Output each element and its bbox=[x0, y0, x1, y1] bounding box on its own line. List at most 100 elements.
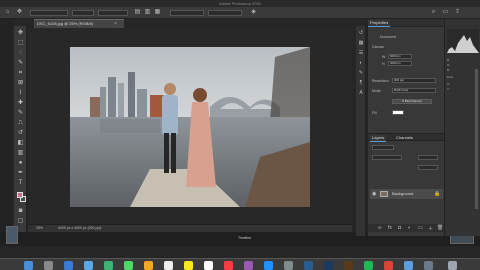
dodge-tool-icon[interactable]: ● bbox=[17, 160, 24, 167]
height-field[interactable]: 4000 px bbox=[388, 61, 412, 66]
layer-style-icon[interactable]: fx bbox=[388, 225, 392, 231]
quick-select-icon[interactable]: ✎ bbox=[17, 60, 24, 67]
new-group-icon[interactable]: ▭ bbox=[418, 225, 423, 231]
timeline-label[interactable]: Timeline bbox=[238, 236, 251, 240]
align-center-icon[interactable]: ▥ bbox=[144, 9, 151, 16]
history-icon[interactable]: ↺ bbox=[358, 30, 364, 36]
layer-thumbnail bbox=[380, 191, 388, 197]
brush-settings-icon[interactable]: ✎ bbox=[358, 70, 364, 76]
options-field-2[interactable] bbox=[208, 10, 242, 16]
3d-mode-icon[interactable]: ◈ bbox=[250, 9, 257, 16]
trash-icon[interactable]: 🗑 bbox=[437, 225, 443, 231]
spotify-icon[interactable] bbox=[364, 261, 373, 270]
foreground-color-swatch[interactable] bbox=[17, 192, 23, 198]
podcasts-icon[interactable] bbox=[244, 261, 253, 270]
options-field[interactable] bbox=[170, 10, 204, 16]
history-brush-icon[interactable]: ↺ bbox=[17, 130, 24, 137]
home-icon[interactable]: ⌂ bbox=[4, 9, 11, 16]
tab-properties[interactable]: Properties bbox=[368, 20, 391, 27]
options-bar: ⌂ ✥ ▤ ▥ ▦ ◈ ⌕ ▭ ⇪ bbox=[0, 7, 480, 19]
transform-controls-checkbox[interactable] bbox=[98, 10, 128, 16]
filmstrip-thumbnail-left[interactable] bbox=[6, 226, 18, 244]
lock-icon[interactable]: 🔒 bbox=[434, 191, 440, 197]
folder-icon[interactable] bbox=[404, 261, 413, 270]
adjustment-layer-icon[interactable]: ◐ bbox=[408, 225, 411, 231]
app-title-bar: Adobe Photoshop 2020 bbox=[0, 0, 480, 7]
calendar-icon[interactable] bbox=[164, 261, 173, 270]
music-icon[interactable] bbox=[224, 261, 233, 270]
trash-dock-icon[interactable] bbox=[448, 261, 457, 270]
blend-mode-dropdown[interactable] bbox=[372, 155, 402, 160]
safari-icon[interactable] bbox=[64, 261, 73, 270]
eraser-tool-icon[interactable]: ◧ bbox=[17, 140, 24, 147]
move-tool-icon[interactable]: ✥ bbox=[17, 30, 24, 37]
bridge-icon[interactable] bbox=[344, 261, 353, 270]
swatches-icon[interactable]: ▦ bbox=[358, 40, 364, 46]
resolution-field[interactable]: 300 ppi bbox=[392, 78, 436, 83]
new-layer-icon[interactable]: ＋ bbox=[428, 225, 433, 232]
tab-layers[interactable]: Layers bbox=[370, 135, 387, 142]
paragraph-icon[interactable]: ¶ bbox=[358, 80, 364, 86]
info-g: G: bbox=[447, 64, 451, 67]
pen-tool-icon[interactable]: ✒ bbox=[17, 170, 24, 177]
share-icon[interactable]: ⇪ bbox=[454, 9, 461, 16]
healing-brush-icon[interactable]: ✚ bbox=[17, 100, 24, 107]
launchpad-icon[interactable] bbox=[44, 261, 53, 270]
workspace-icon[interactable]: ▭ bbox=[442, 9, 449, 16]
layer-dropdown[interactable] bbox=[72, 10, 94, 16]
app-store-icon[interactable] bbox=[264, 261, 273, 270]
width-field[interactable]: 6000 px bbox=[388, 54, 412, 59]
mail-icon[interactable] bbox=[84, 261, 93, 270]
finder-icon[interactable] bbox=[24, 261, 33, 270]
fill-swatch[interactable] bbox=[392, 110, 404, 115]
align-right-icon[interactable]: ▦ bbox=[154, 9, 161, 16]
depth-dropdown[interactable]: 8 Bits/Channel bbox=[392, 99, 432, 104]
frame-tool-icon[interactable]: ⊠ bbox=[17, 80, 24, 87]
lasso-tool-icon[interactable]: ◌ bbox=[17, 50, 24, 57]
search-icon[interactable]: ⌕ bbox=[430, 9, 437, 16]
align-left-icon[interactable]: ▤ bbox=[134, 9, 141, 16]
add-mask-icon[interactable]: ◘ bbox=[398, 225, 401, 231]
messages-icon[interactable] bbox=[124, 261, 133, 270]
move-icon[interactable]: ✥ bbox=[16, 9, 23, 16]
opacity-field[interactable] bbox=[418, 155, 438, 160]
layers-panel-header: Layers Channels bbox=[368, 133, 445, 142]
type-tool-icon[interactable]: T bbox=[17, 180, 24, 187]
marquee-tool-icon[interactable]: ⬚ bbox=[17, 40, 24, 47]
tab-channels[interactable]: Channels bbox=[394, 135, 415, 141]
mode-dropdown[interactable]: RGB Color bbox=[392, 88, 436, 93]
clone-stamp-icon[interactable]: ⎍ bbox=[17, 120, 24, 127]
notes-icon[interactable] bbox=[184, 261, 193, 270]
link-layers-icon[interactable]: ∞ bbox=[378, 225, 382, 231]
resolution-label: Resolution bbox=[372, 79, 389, 83]
system-preferences-icon[interactable] bbox=[284, 261, 293, 270]
zoom-level[interactable]: 25% bbox=[36, 226, 43, 230]
photoshop-icon[interactable] bbox=[324, 261, 333, 270]
brush-tool-icon[interactable]: ✎ bbox=[17, 110, 24, 117]
document-tab-title: DSC_6108.jpg @ 25% (RGB/8) bbox=[37, 21, 94, 26]
eyedropper-icon[interactable]: ⌇ bbox=[17, 90, 24, 97]
chrome-icon[interactable] bbox=[384, 261, 393, 270]
reminders-icon[interactable] bbox=[204, 261, 213, 270]
fill-field[interactable] bbox=[418, 165, 438, 170]
facetime-icon[interactable] bbox=[104, 261, 113, 270]
panel-scrollbar[interactable] bbox=[475, 69, 478, 209]
auto-select-field[interactable] bbox=[30, 10, 68, 16]
layer-row-background[interactable]: ◉ Background 🔒 bbox=[370, 189, 443, 199]
screen-mode-icon[interactable]: ▢ bbox=[17, 218, 24, 225]
document-tab[interactable]: DSC_6108.jpg @ 25% (RGB/8) × bbox=[34, 19, 124, 28]
info-histogram-panel: R: G: B: 8-bit X: Y: bbox=[444, 19, 480, 236]
crop-tool-icon[interactable]: ⌗ bbox=[17, 70, 24, 77]
lightroom-icon[interactable] bbox=[304, 261, 313, 270]
gradient-tool-icon[interactable]: ▥ bbox=[17, 150, 24, 157]
visibility-eye-icon[interactable]: ◉ bbox=[372, 191, 376, 197]
layer-filter-dropdown[interactable] bbox=[372, 145, 394, 150]
adjustments-icon[interactable]: ◐ bbox=[358, 60, 364, 66]
quick-mask-icon[interactable]: ◙ bbox=[17, 208, 24, 215]
downloads-icon[interactable] bbox=[424, 261, 433, 270]
close-icon[interactable]: × bbox=[114, 20, 120, 28]
properties-icon[interactable]: ☰ bbox=[358, 50, 364, 56]
photos-icon[interactable] bbox=[144, 261, 153, 270]
character-icon[interactable]: A bbox=[358, 90, 364, 96]
canvas-image[interactable] bbox=[70, 47, 310, 207]
